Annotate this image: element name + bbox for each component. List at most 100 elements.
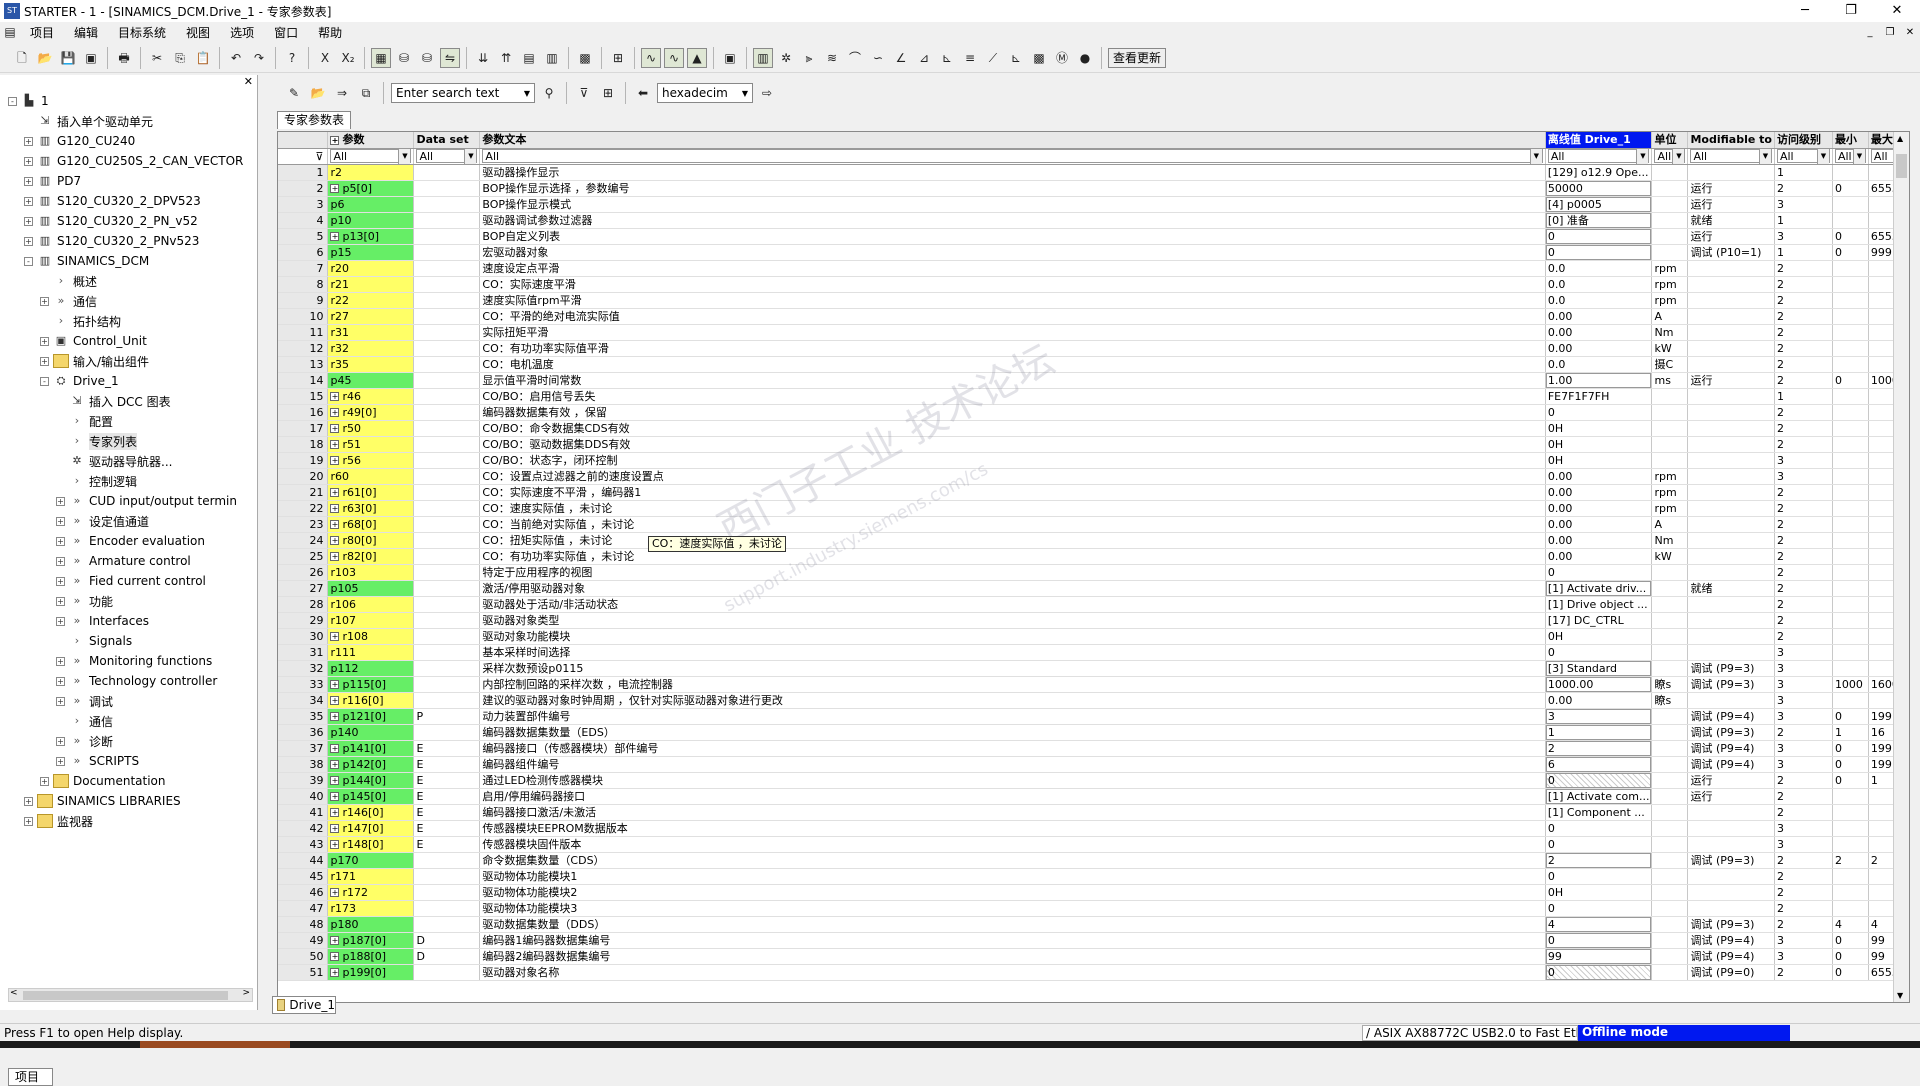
table-row[interactable]: 25 + r82[0] CO：有功功率实际值 ，未讨论 0.00 kW 2 <box>278 548 1909 565</box>
expand-icon[interactable]: + <box>56 516 65 526</box>
export-icon[interactable]: ⇒ <box>332 83 352 103</box>
table-row[interactable]: 23 + r68[0] CO：当前绝对实际值 ，未讨论 0.00 A 2 <box>278 516 1909 533</box>
expand-icon[interactable]: + <box>330 952 340 961</box>
table-row[interactable]: 50 + p188[0] D 编码器2编码器数据集编号 99 调试 (P9=4) 3 0 99 <box>278 948 1909 965</box>
table-row[interactable]: 10 r27 CO：平滑的绝对电流实际值 0.00 A 2 <box>278 308 1909 325</box>
offline-value[interactable]: 0 <box>1545 772 1653 789</box>
expand-icon[interactable]: + <box>330 392 340 401</box>
table-row[interactable]: 38 + p142[0] E 编码器组件编号 6 调试 (P9=4) 3 0 199 <box>278 756 1909 773</box>
expand-icon[interactable]: + <box>330 440 340 449</box>
expand-icon[interactable]: + <box>56 656 65 666</box>
tree-item[interactable]: › 通信 <box>8 711 253 731</box>
table-row[interactable]: 42 + r147[0] E 传感器模块EEPROM数据版本 0 3 <box>278 820 1909 837</box>
expand-icon[interactable]: + <box>330 552 340 561</box>
expand-icon[interactable]: + <box>24 196 33 206</box>
expand-icon[interactable]: + <box>40 356 49 366</box>
device-config-icon[interactable]: ▣ <box>720 48 740 68</box>
table-row[interactable]: 16 + r49[0] 编码器数据集有效 ，保留 0 2 <box>278 404 1909 421</box>
expand-icon[interactable]: + <box>330 936 340 945</box>
expand-icon[interactable]: + <box>24 176 33 186</box>
offline-value[interactable]: 0 <box>1545 228 1653 245</box>
offline-value[interactable]: [17] DC_CTRL <box>1545 612 1653 629</box>
tree-item[interactable]: › 概述 <box>8 271 253 291</box>
open-param-icon[interactable]: 📂 <box>308 83 328 103</box>
offline-value[interactable]: 0H <box>1545 436 1653 453</box>
table-row[interactable]: 30 + r108 驱动对象功能模块 0H 2 <box>278 628 1909 645</box>
open-icon[interactable]: 📂 <box>35 48 55 68</box>
table-row[interactable]: 49 + p187[0] D 编码器1编码器数据集编号 0 调试 (P9=4) 3 0 99 <box>278 932 1909 949</box>
step-icon[interactable]: ⊾ <box>937 48 957 68</box>
filter-icon[interactable]: ⊽ <box>574 83 594 103</box>
offline-value[interactable]: 0.00 <box>1545 500 1653 517</box>
offline-value[interactable]: [4] p0005 <box>1545 196 1653 213</box>
offline-value[interactable]: 0.00 <box>1545 468 1653 485</box>
expand-icon[interactable]: + <box>330 680 340 689</box>
table-row[interactable]: 37 + p141[0] E 编码器接口（传感器模块）部件编号 2 调试 (P9=4) 3 0 1… <box>278 740 1909 757</box>
bars-icon[interactable]: ≡ <box>960 48 980 68</box>
table-row[interactable]: 15 + r46 CO/BO：启用信号丢失 FE7F1F7FH 1 <box>278 388 1909 405</box>
paste-icon[interactable]: 📋 <box>193 48 213 68</box>
column-filter[interactable]: All▼ <box>1545 148 1653 165</box>
table-row[interactable]: 5 + p13[0] BOP自定义列表 0 运行 3 0 65535 <box>278 228 1909 245</box>
expand-icon[interactable]: + <box>56 696 65 706</box>
offline-value[interactable]: [3] Standard <box>1545 660 1653 677</box>
expand-icon[interactable]: + <box>330 808 340 817</box>
expand-icon[interactable]: + <box>330 888 340 897</box>
back-icon[interactable]: ⬅ <box>633 83 653 103</box>
table-row[interactable]: 40 + p145[0] E 启用/停用编码器接口 [1] Activate com...… <box>278 788 1909 805</box>
table-row[interactable]: 21 + r61[0] CO：实际速度不平滑 ，编码器1 0.00 rpm 2 <box>278 484 1909 501</box>
column-filter[interactable]: All▼ <box>1832 148 1869 165</box>
table-row[interactable]: 46 + r172 驱动物体功能模块2 0H 2 <box>278 884 1909 901</box>
offline-value[interactable]: 99 <box>1545 948 1653 965</box>
restore-factory-icon[interactable]: ▩ <box>575 48 595 68</box>
tree-item[interactable]: + » 调试 <box>8 691 253 711</box>
help-context-icon[interactable]: ? <box>282 48 302 68</box>
expand-icon[interactable]: + <box>24 236 33 246</box>
number-format-select[interactable]: hexadecim ▼ <box>657 83 753 103</box>
tree-item[interactable]: + ▥ G120_CU250S_2_CAN_VECTOR <box>8 151 253 171</box>
connect-icon[interactable]: ⛁ <box>394 48 414 68</box>
offline-value[interactable]: 4 <box>1545 916 1653 933</box>
column-header-parameter[interactable]: + 参数 <box>327 132 415 149</box>
vertical-scrollbar[interactable]: ▲ ▼ <box>1893 132 1909 1002</box>
offline-value[interactable]: 0 <box>1545 900 1653 917</box>
offline-value[interactable]: [129] o12.9 Ope... <box>1545 164 1653 181</box>
tree-item[interactable]: + » Fied current control <box>8 571 253 591</box>
table-row[interactable]: 33 + p115[0] 内部控制回路的采样次数 ，电流控制器 1000.00 瞭s 调试 … <box>278 676 1909 693</box>
curve-icon[interactable]: ∽ <box>868 48 888 68</box>
table-row[interactable]: 4 p10 驱动器调试参数过滤器 [0] 准备 就绪 1 <box>278 212 1909 229</box>
column-filter[interactable]: All▼ <box>413 148 481 165</box>
tree-item[interactable]: + 输入/输出组件 <box>8 351 253 371</box>
table-row[interactable]: 12 r32 CO：有功功率实际值平滑 0.00 kW 2 <box>278 340 1909 357</box>
table-row[interactable]: 9 r22 速度实际值rpm平滑 0.0 rpm 2 <box>278 292 1909 309</box>
column-header-modifiable[interactable]: Modifiable to <box>1687 132 1775 149</box>
x2-icon[interactable]: X₂ <box>338 48 358 68</box>
tree-item[interactable]: + ▥ S120_CU320_2_PNv523 <box>8 231 253 251</box>
online-icon[interactable]: ⇋ <box>440 47 460 68</box>
column-header-min[interactable]: 最小 <box>1832 132 1869 149</box>
memory-icon[interactable]: ▩ <box>1029 48 1049 68</box>
offline-value[interactable]: 0.00 <box>1545 516 1653 533</box>
offline-value[interactable]: 0 <box>1545 564 1653 581</box>
filter-icon[interactable]: ⊽ <box>278 148 329 165</box>
table-row[interactable]: 34 + r116[0] 建议的驱动器对象时钟周期 ，仅针对实际驱动器对象进行更改 0.… <box>278 692 1909 709</box>
expand-icon[interactable]: + <box>330 184 340 193</box>
offline-value[interactable]: 0.00 <box>1545 484 1653 501</box>
expand-icon[interactable]: + <box>330 824 340 833</box>
mdi-restore-button[interactable]: ❐ <box>1880 27 1900 38</box>
expand-icon[interactable]: + <box>56 736 65 746</box>
mdi-close-button[interactable]: ✕ <box>1900 27 1920 38</box>
offline-value[interactable]: 1 <box>1545 724 1653 741</box>
column-filter[interactable]: All▼ <box>1651 148 1689 165</box>
table-row[interactable]: 2 + p5[0] BOP操作显示选择 ，参数编号 50000 运行 2 0 65535 <box>278 180 1909 197</box>
menu-options[interactable]: 选项 <box>220 24 264 41</box>
expand-icon[interactable]: + <box>330 135 340 145</box>
table-row[interactable]: 39 + p144[0] E 通过LED检测传感器模块 0 运行 2 0 1 <box>278 772 1909 789</box>
tab-drive-1[interactable]: Drive_1 <box>272 996 336 1014</box>
table-row[interactable]: 3 p6 BOP操作显示模式 [4] p0005 运行 3 <box>278 196 1909 213</box>
table-row[interactable]: 26 r103 特定于应用程序的视图 0 2 <box>278 564 1909 581</box>
limit-icon[interactable]: ⊾ <box>1006 48 1026 68</box>
offline-value[interactable]: 0H <box>1545 420 1653 437</box>
table-row[interactable]: 31 r111 基本采样时间选择 0 3 <box>278 644 1909 661</box>
starter-app-icon[interactable]: ST <box>4 3 20 19</box>
